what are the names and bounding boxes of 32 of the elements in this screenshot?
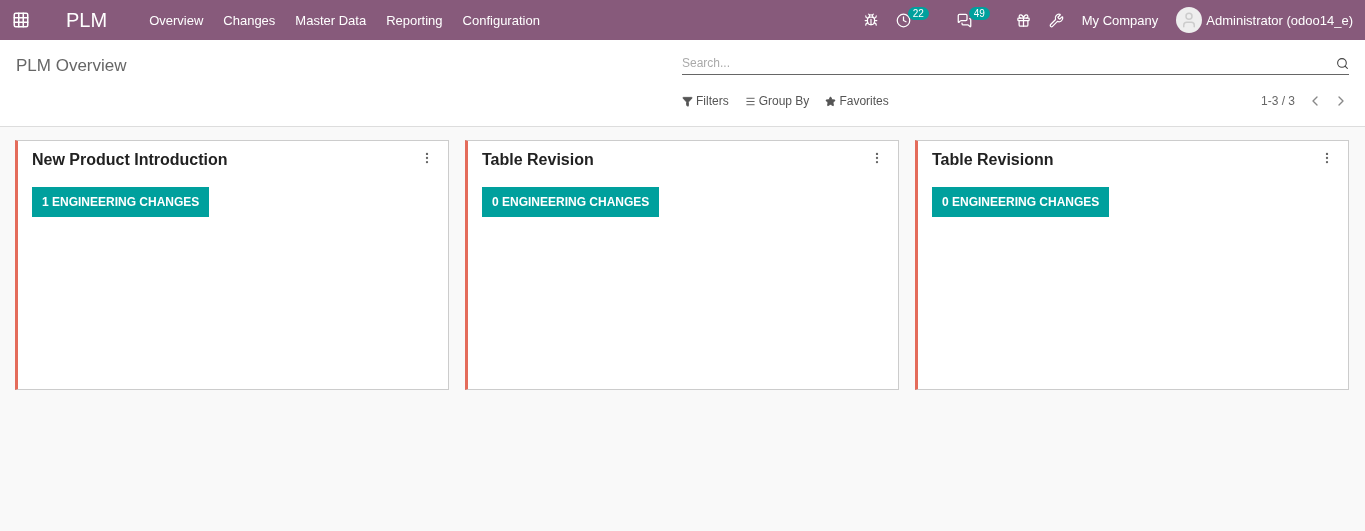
menu-item[interactable]: Changes xyxy=(223,12,276,28)
bug-icon[interactable] xyxy=(863,13,878,27)
chat-icon[interactable] xyxy=(956,12,972,28)
star-icon xyxy=(825,95,837,107)
company-switcher[interactable]: My Company xyxy=(1081,12,1159,28)
engineering-changes-button[interactable]: 1 ENGINEERING CHANGES xyxy=(32,187,210,217)
filter-icon xyxy=(682,95,693,107)
tools-icon[interactable] xyxy=(1048,12,1064,28)
pager-value: 1-3 / 3 xyxy=(1260,94,1295,108)
activity-count-badge: 22 xyxy=(907,6,929,20)
search-icon[interactable] xyxy=(1336,56,1349,70)
card-title: Table Revision xyxy=(482,151,594,169)
apps-menu-icon[interactable] xyxy=(12,11,30,29)
app-name: PLM xyxy=(66,8,108,32)
filter-menu-button[interactable]: Favorites xyxy=(825,94,889,108)
filter-menu-button[interactable]: Filters xyxy=(682,94,729,108)
menu-item[interactable]: Master Data xyxy=(295,12,367,28)
card-title: Table Revisionn xyxy=(932,151,1054,169)
filter-menu-button[interactable]: Group By xyxy=(744,94,810,108)
menu-item[interactable]: Reporting xyxy=(386,12,443,28)
menu-item[interactable]: Configuration xyxy=(462,12,540,28)
engineering-changes-button[interactable]: 0 ENGINEERING CHANGES xyxy=(482,187,660,217)
card-title: New Product Introduction xyxy=(32,151,228,169)
activity-icon[interactable] xyxy=(895,12,911,28)
gift-icon[interactable] xyxy=(1015,12,1031,28)
list-icon xyxy=(744,95,756,107)
user-avatar[interactable] xyxy=(1176,7,1203,33)
menu-item[interactable]: Overview xyxy=(149,12,204,28)
engineering-changes-button[interactable]: 0 ENGINEERING CHANGES xyxy=(932,187,1110,217)
user-menu[interactable]: Administrator (odoo14_e) xyxy=(1206,12,1353,28)
page-title: PLM Overview xyxy=(16,56,127,77)
message-count-badge: 49 xyxy=(968,6,990,20)
